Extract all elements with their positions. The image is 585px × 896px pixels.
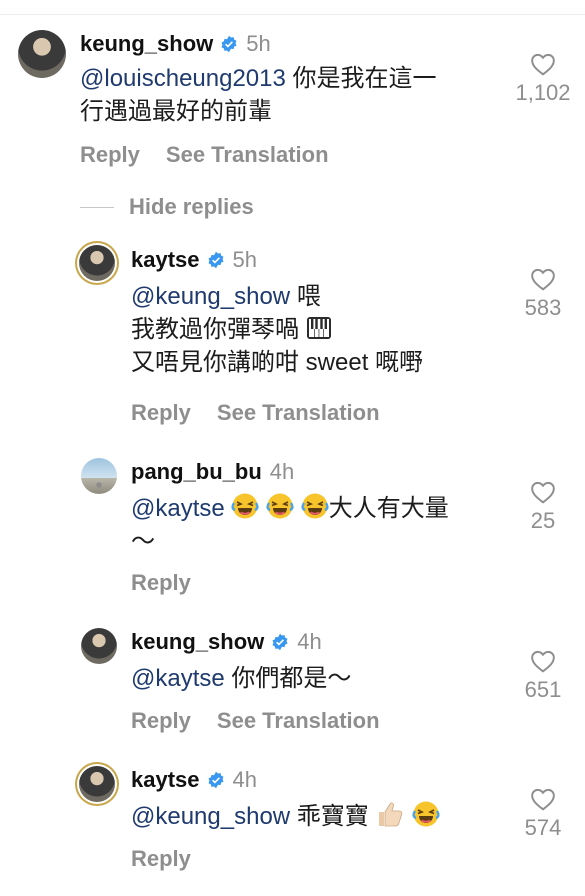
avatar[interactable]: [81, 458, 117, 494]
heart-outline-icon: [531, 53, 555, 76]
comment-text: 你們都是～: [224, 665, 352, 692]
heart-outline-icon: [531, 788, 555, 811]
mention-link[interactable]: @kaytse: [131, 665, 225, 692]
mention-link[interactable]: @keung_show: [131, 283, 290, 310]
like-count: 1,102: [515, 80, 571, 105]
laughing-emoji: [412, 801, 440, 827]
verified-badge-icon: [221, 35, 237, 53]
see-translation-button[interactable]: See Translation: [217, 400, 380, 426]
timestamp: 5h: [232, 247, 257, 272]
piano-emoji: [306, 317, 331, 340]
timestamp: 4h: [232, 767, 257, 792]
laughing-emoji: [266, 493, 294, 519]
like-count: 574: [524, 815, 562, 840]
heart-outline-icon: [531, 268, 555, 291]
timestamp: 4h: [297, 629, 322, 654]
avatar[interactable]: [79, 245, 115, 281]
hide-replies-label: Hide replies: [129, 194, 254, 219]
like-button[interactable]: 574: [508, 787, 578, 841]
comment-text-line2: 行遇過最好的前輩: [80, 98, 272, 126]
mention-link[interactable]: @louischeung2013: [80, 65, 286, 92]
comment-text: 乖寶寶: [290, 803, 369, 830]
username[interactable]: keung_show: [80, 31, 213, 57]
verified-badge-icon: [208, 251, 224, 269]
avatar[interactable]: [79, 766, 115, 802]
thumbs-up-emoji: [379, 802, 403, 827]
mention-link[interactable]: @kaytse: [131, 495, 225, 522]
like-button[interactable]: 1,102: [508, 52, 578, 106]
heart-outline-icon: [531, 650, 555, 673]
reply-button[interactable]: Reply: [131, 400, 191, 426]
like-count: 25: [530, 508, 556, 533]
avatar[interactable]: [18, 30, 66, 78]
timestamp: 4h: [269, 459, 295, 484]
comment-text: 大人有大量: [328, 495, 449, 522]
username[interactable]: kaytse: [131, 247, 200, 273]
username[interactable]: kaytse: [131, 767, 200, 793]
comment-text-line2: 我教過你彈琴喎: [131, 316, 299, 344]
laughing-emoji: [231, 493, 259, 519]
like-button[interactable]: 583: [508, 267, 578, 321]
like-count: 651: [524, 677, 562, 702]
see-translation-button[interactable]: See Translation: [217, 708, 380, 734]
reply-button[interactable]: Reply: [131, 708, 191, 734]
like-count: 583: [524, 295, 562, 320]
comment-text-line3: 又唔見你講啲咁 sweet 嘅嘢: [131, 349, 424, 377]
reply-button[interactable]: Reply: [131, 846, 191, 872]
verified-badge-icon: [208, 771, 224, 789]
comment-text: 喂: [290, 283, 321, 310]
comment-text-line2: ～: [131, 528, 155, 556]
username[interactable]: keung_show: [131, 629, 264, 655]
comment-text: 你是我在這一: [285, 65, 437, 92]
reply-button[interactable]: Reply: [131, 570, 191, 596]
like-button[interactable]: 25: [508, 480, 578, 534]
see-translation-button[interactable]: See Translation: [166, 142, 329, 168]
laughing-emoji: [301, 493, 329, 519]
username[interactable]: pang_bu_bu: [131, 459, 262, 485]
mention-link[interactable]: @keung_show: [131, 803, 290, 830]
divider-line: [80, 206, 114, 208]
avatar[interactable]: [81, 628, 117, 664]
heart-outline-icon: [531, 481, 555, 504]
verified-badge-icon: [272, 633, 288, 651]
hide-replies-button[interactable]: Hide replies: [80, 194, 254, 220]
divider: [0, 14, 585, 15]
reply-button[interactable]: Reply: [80, 142, 140, 168]
like-button[interactable]: 651: [508, 649, 578, 703]
timestamp: 5h: [246, 31, 271, 56]
